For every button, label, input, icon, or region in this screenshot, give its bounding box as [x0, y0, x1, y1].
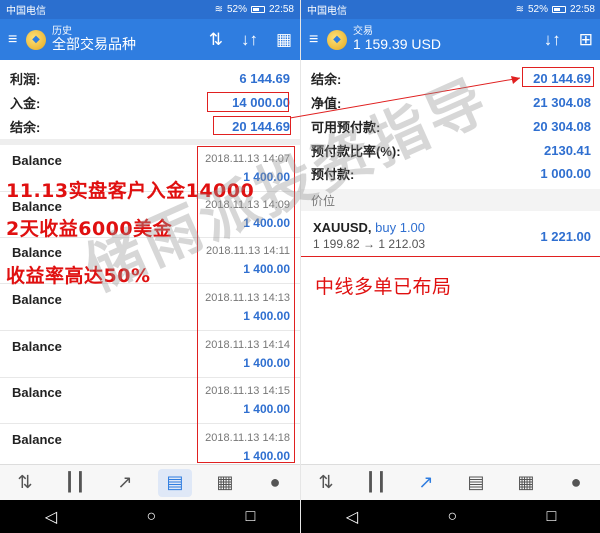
page-subtitle: 历史	[52, 26, 72, 38]
bottom-navigation: ⇅ ┃┃ ↗ ▤ ▦ ●	[301, 464, 600, 500]
page-title[interactable]: 全部交易品种	[52, 36, 136, 52]
recents-icon[interactable]: □	[246, 508, 256, 526]
app-bar: ≡ ◆ 历史 全部交易品种 ⇅ ↓↑ ▦	[0, 19, 300, 60]
red-underline	[301, 256, 600, 257]
annotation-profit: 2天收益6000美金	[6, 218, 173, 240]
home-icon[interactable]: ○	[146, 508, 156, 526]
position-direction: buy 1.00	[375, 220, 426, 235]
history-icon[interactable]: ▤	[459, 469, 493, 497]
trade-screen: 中国电信 ≋ 52% 22:58 ≡ ◆ 交易 1 159.39 USD ↓↑ …	[300, 0, 600, 533]
account-margin-level-row: 预付款比率(%): 2130.41	[311, 142, 591, 159]
new-order-icon[interactable]: ⊞	[579, 30, 593, 50]
annotation-position: 中线多单已布局	[315, 276, 452, 298]
position-row[interactable]: XAUUSD, buy 1.00 1 199.82 → 1 212.03 1 2…	[301, 212, 600, 256]
trade-icon[interactable]: ↗	[409, 469, 443, 497]
back-icon[interactable]: ◁	[346, 507, 358, 527]
quotes-icon[interactable]: ⇅	[309, 469, 343, 497]
carrier-label: 中国电信	[307, 6, 347, 17]
page-title: 1 159.39 USD	[353, 36, 441, 53]
menu-icon[interactable]: ≡	[309, 31, 323, 49]
positions-header: 价位	[301, 189, 600, 211]
system-nav-bar: ◁ ○ □	[0, 500, 300, 533]
chart-icon[interactable]: ┃┃	[359, 469, 393, 497]
history-screen: 中国电信 ≋ 52% 22:58 ≡ ◆ 历史 全部交易品种 ⇅ ↓↑ ▦ 利润…	[0, 0, 300, 533]
chat-icon[interactable]: ●	[559, 469, 593, 497]
wifi-icon: ≋	[214, 4, 223, 15]
sort-arrows-icon[interactable]: ↓↑	[241, 30, 258, 50]
quotes-icon[interactable]: ⇅	[8, 469, 42, 497]
sort-arrows-icon[interactable]: ↓↑	[544, 30, 561, 50]
position-prices: 1 199.82 → 1 212.03	[313, 237, 426, 251]
battery-icon	[551, 6, 566, 13]
balance-highlight-box	[522, 67, 594, 87]
wifi-icon: ≋	[515, 4, 524, 15]
clock: 22:58	[569, 4, 595, 15]
news-icon[interactable]: ▦	[208, 469, 242, 497]
position-profit: 1 221.00	[540, 229, 591, 244]
recents-icon[interactable]: □	[547, 508, 557, 526]
home-icon[interactable]: ○	[447, 508, 457, 526]
account-equity-row: 净值: 21 304.08	[311, 94, 591, 111]
annotation-return-rate: 收益率高达50%	[6, 265, 151, 287]
battery-percent: 52%	[226, 4, 247, 15]
menu-icon[interactable]: ≡	[8, 31, 22, 49]
chart-icon[interactable]: ┃┃	[58, 469, 92, 497]
calendar-icon[interactable]: ▦	[276, 30, 292, 50]
app-logo-icon: ◆	[327, 29, 347, 50]
app-logo-icon: ◆	[26, 29, 46, 50]
account-free-margin-row: 可用预付款: 20 304.08	[311, 118, 591, 135]
sort-icon[interactable]: ⇅	[209, 30, 223, 50]
battery-percent: 52%	[527, 4, 548, 15]
account-margin-row: 预付款: 1 000.00	[311, 165, 591, 182]
deposit-highlight-box	[207, 92, 289, 112]
status-bar: 中国电信 ≋ 52% 22:58	[0, 0, 300, 19]
position-symbol: XAUUSD, buy 1.00	[313, 220, 426, 235]
app-bar: ≡ ◆ 交易 1 159.39 USD ↓↑ ⊞	[301, 19, 600, 60]
chat-icon[interactable]: ●	[258, 469, 292, 497]
system-nav-bar: ◁ ○ □	[301, 500, 600, 533]
page-subtitle: 交易	[353, 26, 373, 38]
battery-icon	[250, 6, 265, 13]
status-bar: 中国电信 ≋ 52% 22:58	[301, 0, 600, 19]
carrier-label: 中国电信	[6, 6, 46, 17]
annotation-deposit: 11.13实盘客户入金14000	[6, 180, 255, 202]
news-icon[interactable]: ▦	[509, 469, 543, 497]
summary-profit-row: 利润: 6 144.69	[10, 70, 290, 87]
bottom-navigation: ⇅ ┃┃ ↗ ▤ ▦ ●	[0, 464, 300, 500]
balance-highlight-box	[213, 116, 291, 135]
history-icon[interactable]: ▤	[158, 468, 192, 497]
clock: 22:58	[268, 4, 294, 15]
back-icon[interactable]: ◁	[45, 507, 57, 527]
trade-icon[interactable]: ↗	[108, 469, 142, 497]
section-divider	[0, 139, 300, 145]
